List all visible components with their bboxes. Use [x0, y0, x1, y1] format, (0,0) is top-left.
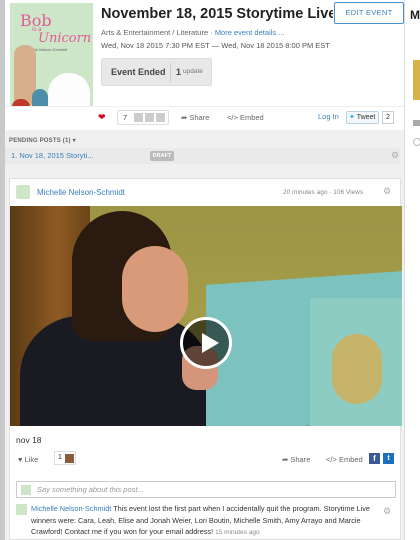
post-action-bar: ♥ Like 1 ➦ Share </> Embed f t [10, 449, 402, 469]
event-action-bar: ❤ 7 ➦ Share </> Embed Log In ✦ Tweet 2 [5, 106, 404, 128]
cover-title-line2: Unicorn [38, 31, 92, 46]
more-details-link[interactable]: More event details ... [215, 28, 285, 37]
gear-icon[interactable]: ⚙ [383, 186, 391, 197]
post-like-count[interactable]: 1 [54, 451, 76, 465]
embed-icon: </> [326, 455, 339, 464]
gear-icon[interactable]: ⚙ [391, 150, 399, 161]
share-button[interactable]: ➦ Share [181, 113, 209, 122]
sidebar-initial: M [410, 8, 420, 22]
share-label: Share [189, 113, 210, 122]
twitter-icon[interactable]: t [383, 453, 394, 464]
sidebar-bar-icon [413, 120, 420, 126]
post-like-number: 1 [58, 454, 62, 461]
event-dates: Wed, Nov 18 2015 7:30 PM EST — Wed, Nov … [101, 41, 330, 50]
pending-post-link[interactable]: 1. Nov 18, 2015 Storyti... [11, 151, 94, 160]
post-share-button[interactable]: ➦ Share [282, 455, 310, 464]
post-time: 20 minutes ago [283, 189, 328, 196]
event-cover-image[interactable]: Bob is a Unicorn by Michelle Nelson-Schm… [10, 3, 93, 123]
login-link[interactable]: Log In [318, 112, 339, 121]
video-person-face [122, 246, 188, 332]
avatar[interactable] [16, 504, 27, 515]
edit-event-button[interactable]: EDIT EVENT [334, 2, 404, 24]
sidebar-thumbnail[interactable] [413, 60, 420, 100]
embed-button[interactable]: </> Embed [227, 113, 264, 122]
post-views: 106 Views [333, 189, 364, 196]
play-icon[interactable] [180, 317, 232, 369]
comment-input[interactable]: Say something about this post... [16, 481, 396, 498]
liker-avatar [65, 454, 74, 463]
like-label: Like [24, 455, 39, 464]
post-embed-button[interactable]: </> Embed [326, 455, 363, 464]
clock-icon [413, 138, 420, 146]
update-count: 1 [176, 67, 182, 77]
post-card: Michelle Nelson-Schmidt 20 minutes ago ·… [9, 178, 402, 540]
event-title: November 18, 2015 Storytime Live! ... [101, 6, 333, 22]
video-player[interactable] [10, 206, 402, 426]
embed-icon: </> [227, 113, 240, 122]
post-author[interactable]: Michelle Nelson-Schmidt [37, 188, 125, 197]
event-status-box: Event Ended 1 update [101, 58, 212, 86]
tweet-count: 2 [382, 111, 394, 124]
heart-icon[interactable]: ❤ [98, 112, 106, 123]
comment-time: 15 minutes ago [215, 529, 260, 536]
tweet-label: Tweet [356, 114, 376, 121]
draft-badge: DRAFT [150, 151, 174, 161]
liker-avatar [156, 113, 165, 122]
facebook-icon[interactable]: f [369, 453, 380, 464]
embed-label: Embed [239, 113, 264, 122]
comment-placeholder: Say something about this post... [37, 485, 144, 494]
right-sidebar-strip: M [404, 0, 420, 540]
pending-posts-header: PENDING POSTS (1) [9, 138, 71, 144]
chevron-down-icon: ▾ [72, 138, 76, 144]
category-text: Arts & Entertainment / Literature [101, 28, 209, 37]
post-meta: 20 minutes ago · 106 Views [283, 189, 364, 196]
post-embed-label: Embed [338, 455, 363, 464]
pending-posts-toggle[interactable]: PENDING POSTS (1) ▾ [9, 137, 76, 144]
comment-author[interactable]: Michelle Nelson-Schmidt [31, 504, 111, 513]
comment: Michelle Nelson-Schmidt This event lost … [16, 503, 386, 539]
avatar[interactable] [16, 185, 30, 199]
like-count-number: 7 [123, 113, 128, 122]
like-button[interactable]: ♥ Like [18, 455, 38, 464]
status-divider [170, 63, 171, 82]
event-like-count[interactable]: 7 [117, 110, 169, 125]
avatar [21, 485, 31, 495]
tweet-button[interactable]: ✦ Tweet [346, 111, 379, 124]
liker-avatar [134, 113, 143, 122]
category-separator: · [208, 28, 215, 37]
event-category: Arts & Entertainment / Literature · More… [101, 28, 284, 37]
liker-avatar [145, 113, 154, 122]
video-book-dinosaur [332, 334, 382, 404]
event-ended-label: Event Ended [111, 67, 166, 77]
gear-icon[interactable]: ⚙ [383, 506, 391, 517]
post-share-label: Share [290, 455, 311, 464]
pending-post-item[interactable]: 1. Nov 18, 2015 Storyti... DRAFT ⚙ [5, 148, 400, 164]
post-caption: nov 18 [16, 435, 42, 445]
update-label: update [183, 68, 203, 75]
twitter-bird-icon: ✦ [349, 114, 355, 121]
